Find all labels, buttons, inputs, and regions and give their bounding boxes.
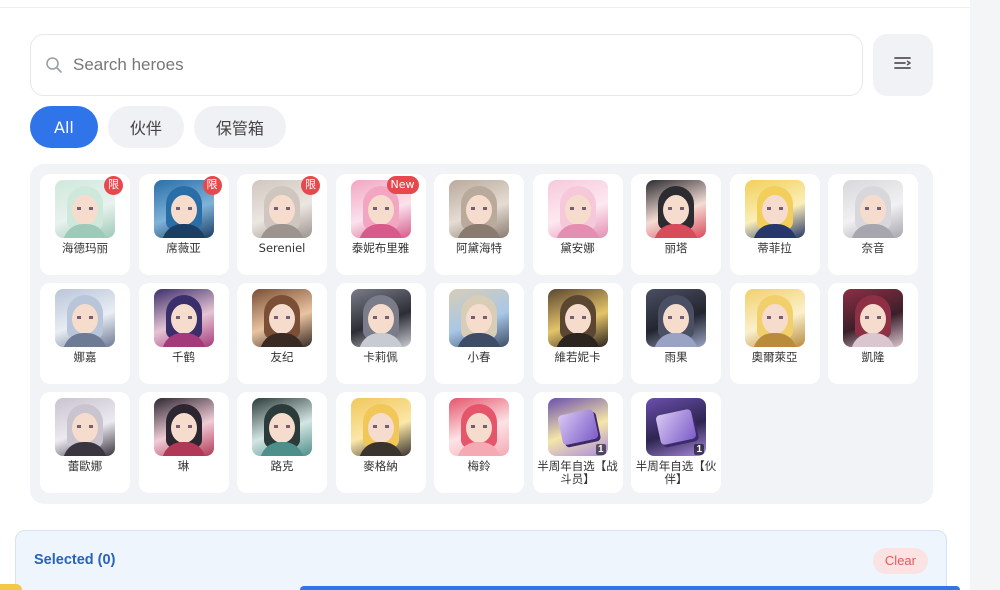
item-card[interactable]: 1 半周年自选【战斗员】	[532, 392, 623, 493]
scrollbar-track[interactable]	[970, 0, 1000, 590]
limited-badge: 限	[202, 176, 222, 195]
hero-card[interactable]: New 泰妮布里雅	[335, 174, 426, 275]
item-name: 半周年自选【伙伴】	[635, 459, 717, 486]
hero-name: 席薇亚	[166, 241, 201, 255]
sort-icon	[893, 55, 913, 76]
hero-card[interactable]: 維若妮卡	[532, 283, 623, 384]
hero-card[interactable]: 限海德玛丽	[40, 174, 130, 275]
hero-name: 丽塔	[664, 241, 688, 255]
tab-all[interactable]: All	[30, 106, 98, 148]
hero-card[interactable]: 琳	[138, 392, 229, 493]
selected-title: Selected (0)	[34, 552, 116, 568]
hero-name: 琳	[177, 459, 190, 473]
hero-portrait	[646, 289, 706, 347]
filter-tabs: All 伙伴 保管箱	[30, 106, 286, 148]
hero-card[interactable]: 限席薇亚	[138, 174, 229, 275]
hero-grid-panel: 限海德玛丽限席薇亚限 Sereniel New 泰妮布里雅 阿黛海特 黛安娜 丽塔 蒂菲拉 奈音…	[30, 164, 933, 504]
hero-name: 友纪	[270, 350, 294, 364]
hero-portrait	[547, 289, 608, 347]
hero-name: 雨果	[664, 350, 688, 364]
hero-name: 娜嘉	[73, 350, 97, 364]
hero-card[interactable]: 友纪	[237, 283, 327, 384]
hero-grid: 限海德玛丽限席薇亚限 Sereniel New 泰妮布里雅 阿黛海特 黛安娜 丽塔 蒂菲拉 奈音…	[40, 174, 918, 493]
hero-name: 梅鈴	[467, 459, 491, 473]
hero-name: 蕾歐娜	[67, 459, 103, 473]
hero-portrait	[449, 289, 509, 347]
hero-portrait	[55, 398, 115, 456]
hero-name: 小春	[467, 350, 491, 364]
hero-card[interactable]: 卡莉佩	[335, 283, 426, 384]
search-icon	[35, 56, 73, 74]
hero-card[interactable]: 蒂菲拉	[729, 174, 820, 275]
hero-name: 奧爾萊亞	[751, 350, 798, 364]
limited-badge: 限	[104, 176, 123, 195]
hero-card[interactable]: 凱隆	[828, 283, 918, 384]
tab-partner[interactable]: 伙伴	[107, 106, 184, 148]
hero-portrait	[153, 398, 214, 456]
limited-badge: 限	[301, 176, 320, 195]
hero-name: 麥格納	[363, 459, 398, 473]
hero-portrait	[547, 180, 608, 238]
hero-name: 路克	[270, 459, 294, 473]
bottom-icon	[0, 584, 22, 590]
hero-card[interactable]: 奧爾萊亞	[729, 283, 820, 384]
hero-card[interactable]: 奈音	[828, 174, 918, 275]
item-count: 1	[595, 444, 606, 455]
hero-name: 千鹤	[172, 350, 195, 364]
hero-name: Sereniel	[258, 241, 306, 255]
hero-card[interactable]: 丽塔	[631, 174, 721, 275]
hero-name: 黛安娜	[560, 241, 595, 255]
top-divider	[0, 0, 970, 8]
hero-portrait	[153, 289, 214, 347]
search-input[interactable]	[73, 55, 833, 75]
search-box[interactable]	[30, 34, 863, 96]
hero-portrait	[744, 180, 805, 238]
new-badge: New	[386, 176, 419, 194]
hero-name: 蒂菲拉	[757, 241, 792, 255]
hero-card[interactable]: 阿黛海特	[434, 174, 524, 275]
hero-name: 凱隆	[861, 350, 885, 364]
tab-storage[interactable]: 保管箱	[193, 106, 286, 148]
hero-card[interactable]: 蕾歐娜	[40, 392, 130, 493]
hero-card[interactable]: 娜嘉	[40, 283, 130, 384]
hero-portrait	[55, 289, 115, 347]
hero-portrait	[843, 180, 903, 238]
item-card[interactable]: 1 半周年自选【伙伴】	[631, 392, 721, 493]
hero-name: 阿黛海特	[456, 241, 502, 255]
hero-portrait	[449, 180, 509, 238]
hero-name: 奈音	[861, 241, 885, 255]
sort-button[interactable]	[873, 34, 933, 96]
item-icon: 1	[646, 398, 706, 456]
hero-portrait	[744, 289, 805, 347]
hero-name: 海德玛丽	[62, 241, 108, 255]
item-icon: 1	[547, 398, 608, 456]
hero-name: 卡莉佩	[363, 350, 398, 364]
hero-portrait	[646, 180, 706, 238]
hero-card[interactable]: 麥格納	[335, 392, 426, 493]
clear-button[interactable]: Clear	[872, 548, 928, 574]
hero-name: 維若妮卡	[554, 350, 601, 364]
item-name: 半周年自选【战斗员】	[537, 459, 618, 486]
hero-card[interactable]: 路克	[237, 392, 327, 493]
hero-card[interactable]: 限 Sereniel	[237, 174, 327, 275]
hero-portrait	[252, 289, 312, 347]
hero-portrait	[843, 289, 903, 347]
hero-card[interactable]: 千鹤	[138, 283, 229, 384]
hero-portrait	[350, 398, 411, 456]
hero-card[interactable]: 梅鈴	[434, 392, 524, 493]
hero-card[interactable]: 雨果	[631, 283, 721, 384]
item-count: 1	[694, 444, 704, 455]
hero-card[interactable]: 黛安娜	[532, 174, 623, 275]
hero-portrait	[350, 289, 411, 347]
bottom-action-bar[interactable]	[300, 586, 960, 590]
hero-portrait	[449, 398, 509, 456]
selected-panel: Selected (0) Clear	[15, 530, 947, 590]
hero-name: 泰妮布里雅	[351, 241, 410, 255]
hero-card[interactable]: 小春	[434, 283, 524, 384]
hero-portrait	[252, 398, 312, 456]
